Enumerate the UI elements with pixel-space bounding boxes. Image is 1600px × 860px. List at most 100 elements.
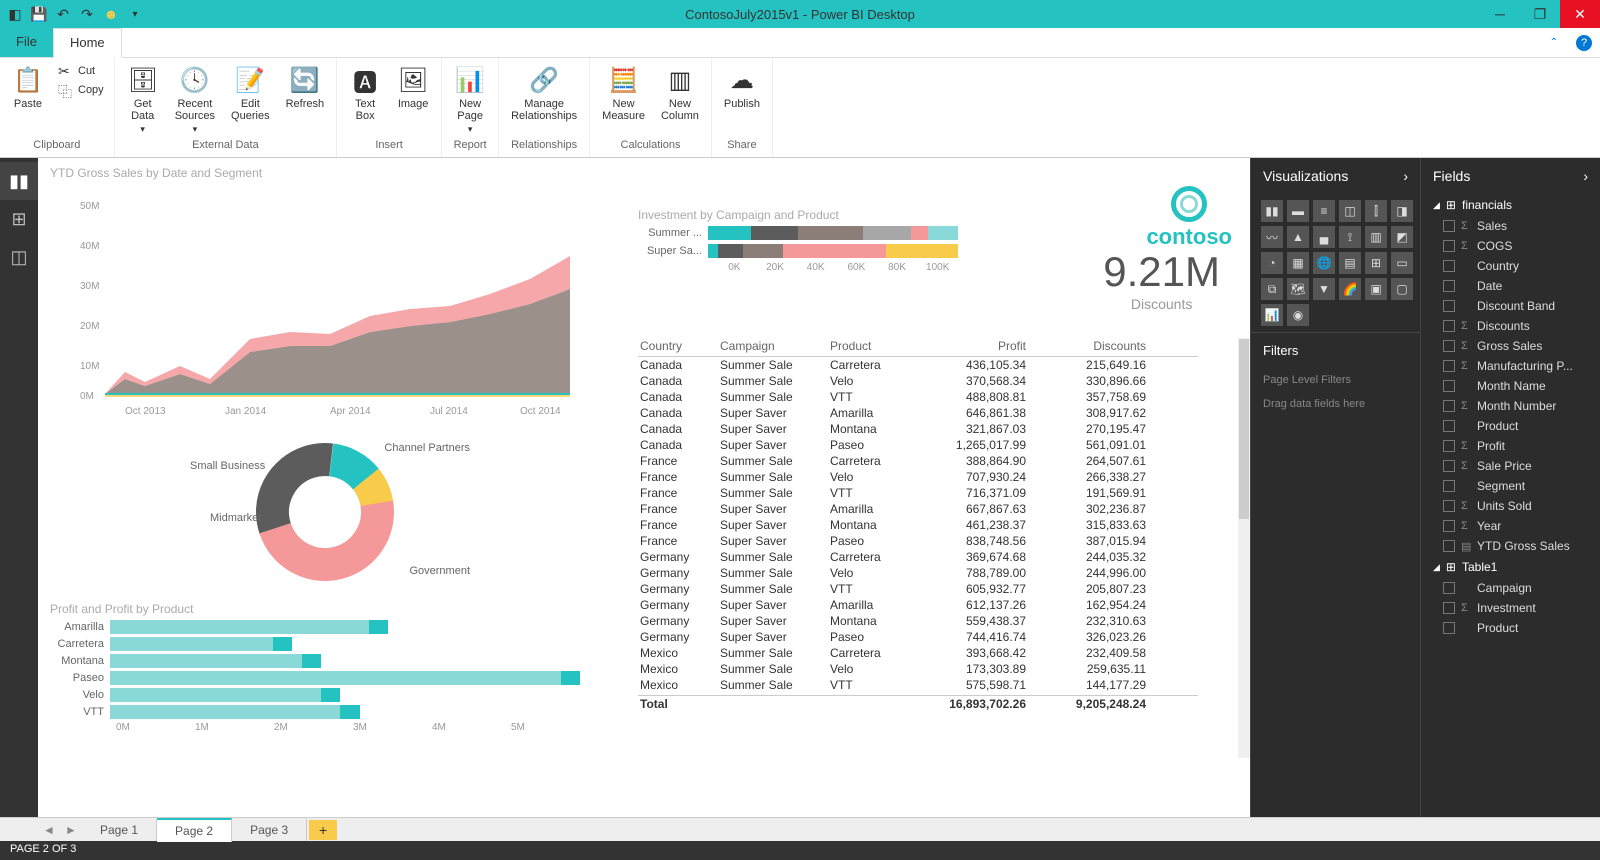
field-item[interactable]: Discount Band	[1421, 296, 1600, 316]
new-measure-button[interactable]: 🧮New Measure	[596, 62, 651, 124]
help-icon[interactable]: ?	[1576, 35, 1592, 51]
checkbox[interactable]	[1443, 300, 1455, 312]
field-item[interactable]: ΣInvestment	[1421, 598, 1600, 618]
field-item[interactable]: ΣCOGS	[1421, 236, 1600, 256]
checkbox[interactable]	[1443, 240, 1455, 252]
get-data-button[interactable]: 🗄Get Data▾	[121, 62, 165, 137]
checkbox[interactable]	[1443, 220, 1455, 232]
viz-type-icon[interactable]: ▼	[1313, 278, 1335, 300]
viz-type-icon[interactable]: ▲	[1287, 226, 1309, 248]
viz-type-icon[interactable]: ◨	[1391, 200, 1413, 222]
field-item[interactable]: Country	[1421, 256, 1600, 276]
area-chart[interactable]: YTD Gross Sales by Date and Segment 50M4…	[50, 166, 590, 416]
collapse-ribbon-icon[interactable]: ˆ	[1540, 29, 1568, 57]
viz-type-icon[interactable]: ⧉	[1261, 278, 1283, 300]
field-item[interactable]: ΣProfit	[1421, 436, 1600, 456]
checkbox[interactable]	[1443, 360, 1455, 372]
viz-type-icon[interactable]: ⫿	[1365, 200, 1387, 222]
report-canvas[interactable]: contoso 9.21M Discounts YTD Gross Sales …	[38, 158, 1250, 817]
field-item[interactable]: ΣMonth Number	[1421, 396, 1600, 416]
field-item[interactable]: ΣDiscounts	[1421, 316, 1600, 336]
tab-file[interactable]: File	[0, 28, 53, 57]
viz-type-icon[interactable]: ◩	[1391, 226, 1413, 248]
checkbox[interactable]	[1443, 520, 1455, 532]
add-page-button[interactable]: +	[309, 820, 337, 840]
model-view-button[interactable]: ◫	[0, 238, 38, 276]
checkbox[interactable]	[1443, 380, 1455, 392]
app-icon[interactable]: ◧	[4, 3, 26, 25]
checkbox[interactable]	[1443, 602, 1455, 614]
page-next-button[interactable]: ►	[60, 823, 82, 837]
fields-header[interactable]: Fields›	[1421, 158, 1600, 194]
paste-button[interactable]: 📋Paste	[6, 62, 50, 112]
undo-icon[interactable]: ↶	[52, 3, 74, 25]
checkbox[interactable]	[1443, 480, 1455, 492]
viz-type-icon[interactable]: ▄	[1313, 226, 1335, 248]
page-tab-3[interactable]: Page 3	[232, 819, 307, 841]
tab-home[interactable]: Home	[53, 28, 122, 58]
cut-button[interactable]: ✂Cut	[54, 62, 108, 80]
checkbox[interactable]	[1443, 400, 1455, 412]
redo-icon[interactable]: ↷	[76, 3, 98, 25]
bar-chart[interactable]: Profit and Profit by Product AmarillaCar…	[50, 602, 590, 733]
field-item[interactable]: Segment	[1421, 476, 1600, 496]
publish-button[interactable]: ☁Publish	[718, 62, 766, 112]
viz-type-icon[interactable]: ◉	[1287, 304, 1309, 326]
viz-type-icon[interactable]: ▥	[1365, 226, 1387, 248]
field-item[interactable]: ΣSales	[1421, 216, 1600, 236]
checkbox[interactable]	[1443, 540, 1455, 552]
field-item[interactable]: Campaign	[1421, 578, 1600, 598]
viz-type-icon[interactable]: ≡	[1313, 200, 1335, 222]
kpi-card[interactable]: 9.21M Discounts	[1103, 248, 1220, 312]
checkbox[interactable]	[1443, 460, 1455, 472]
textbox-button[interactable]: 🅰Text Box	[343, 62, 387, 124]
report-view-button[interactable]: ▮▮	[0, 162, 38, 200]
checkbox[interactable]	[1443, 280, 1455, 292]
maximize-button[interactable]: ❐	[1520, 0, 1560, 28]
minimize-button[interactable]: ─	[1480, 0, 1520, 28]
checkbox[interactable]	[1443, 622, 1455, 634]
field-table[interactable]: ◢⊞ financials	[1421, 194, 1600, 216]
field-item[interactable]: Product	[1421, 416, 1600, 436]
viz-type-icon[interactable]: ▦	[1287, 252, 1309, 274]
checkbox[interactable]	[1443, 420, 1455, 432]
data-table[interactable]: CountryCampaignProductProfitDiscounts Ca…	[638, 338, 1198, 712]
viz-type-icon[interactable]: ▣	[1365, 278, 1387, 300]
viz-type-icon[interactable]: ▢	[1391, 278, 1413, 300]
viz-type-icon[interactable]: ▭	[1391, 252, 1413, 274]
page-tab-2[interactable]: Page 2	[157, 818, 232, 842]
page-tab-1[interactable]: Page 1	[82, 819, 157, 841]
viz-type-icon[interactable]: ◔	[1261, 252, 1283, 274]
checkbox[interactable]	[1443, 340, 1455, 352]
close-button[interactable]: ✕	[1560, 0, 1600, 28]
field-item[interactable]: ΣGross Sales	[1421, 336, 1600, 356]
data-view-button[interactable]: ⊞	[0, 200, 38, 238]
filters-dropzone[interactable]: Drag data fields here	[1251, 392, 1420, 416]
image-button[interactable]: 🖼Image	[391, 62, 435, 112]
viz-type-icon[interactable]: 〰	[1261, 226, 1283, 248]
new-column-button[interactable]: ▥New Column	[655, 62, 705, 124]
edit-queries-button[interactable]: 📝Edit Queries	[225, 62, 276, 124]
checkbox[interactable]	[1443, 582, 1455, 594]
smiley-icon[interactable]: ☻	[100, 3, 122, 25]
field-item[interactable]: ΣManufacturing P...	[1421, 356, 1600, 376]
page-prev-button[interactable]: ◄	[38, 823, 60, 837]
checkbox[interactable]	[1443, 440, 1455, 452]
viz-type-icon[interactable]: ▬	[1287, 200, 1309, 222]
manage-relationships-button[interactable]: 🔗Manage Relationships	[505, 62, 583, 124]
viz-type-icon[interactable]: ⟟	[1339, 226, 1361, 248]
refresh-button[interactable]: 🔄Refresh	[280, 62, 331, 112]
stacked-bar-chart[interactable]: Investment by Campaign and Product Summe…	[638, 208, 958, 273]
visualizations-header[interactable]: Visualizations›	[1251, 158, 1420, 194]
field-item[interactable]: Date	[1421, 276, 1600, 296]
viz-type-icon[interactable]: 🌐	[1313, 252, 1335, 274]
new-page-button[interactable]: 📊New Page▾	[448, 62, 492, 137]
viz-type-icon[interactable]: 📊	[1261, 304, 1283, 326]
viz-type-icon[interactable]: ◫	[1339, 200, 1361, 222]
checkbox[interactable]	[1443, 320, 1455, 332]
filters-header[interactable]: Filters	[1251, 332, 1420, 368]
field-item[interactable]: ▤YTD Gross Sales	[1421, 536, 1600, 556]
field-item[interactable]: Month Name	[1421, 376, 1600, 396]
viz-type-icon[interactable]: ⊞	[1365, 252, 1387, 274]
field-item[interactable]: ΣUnits Sold	[1421, 496, 1600, 516]
